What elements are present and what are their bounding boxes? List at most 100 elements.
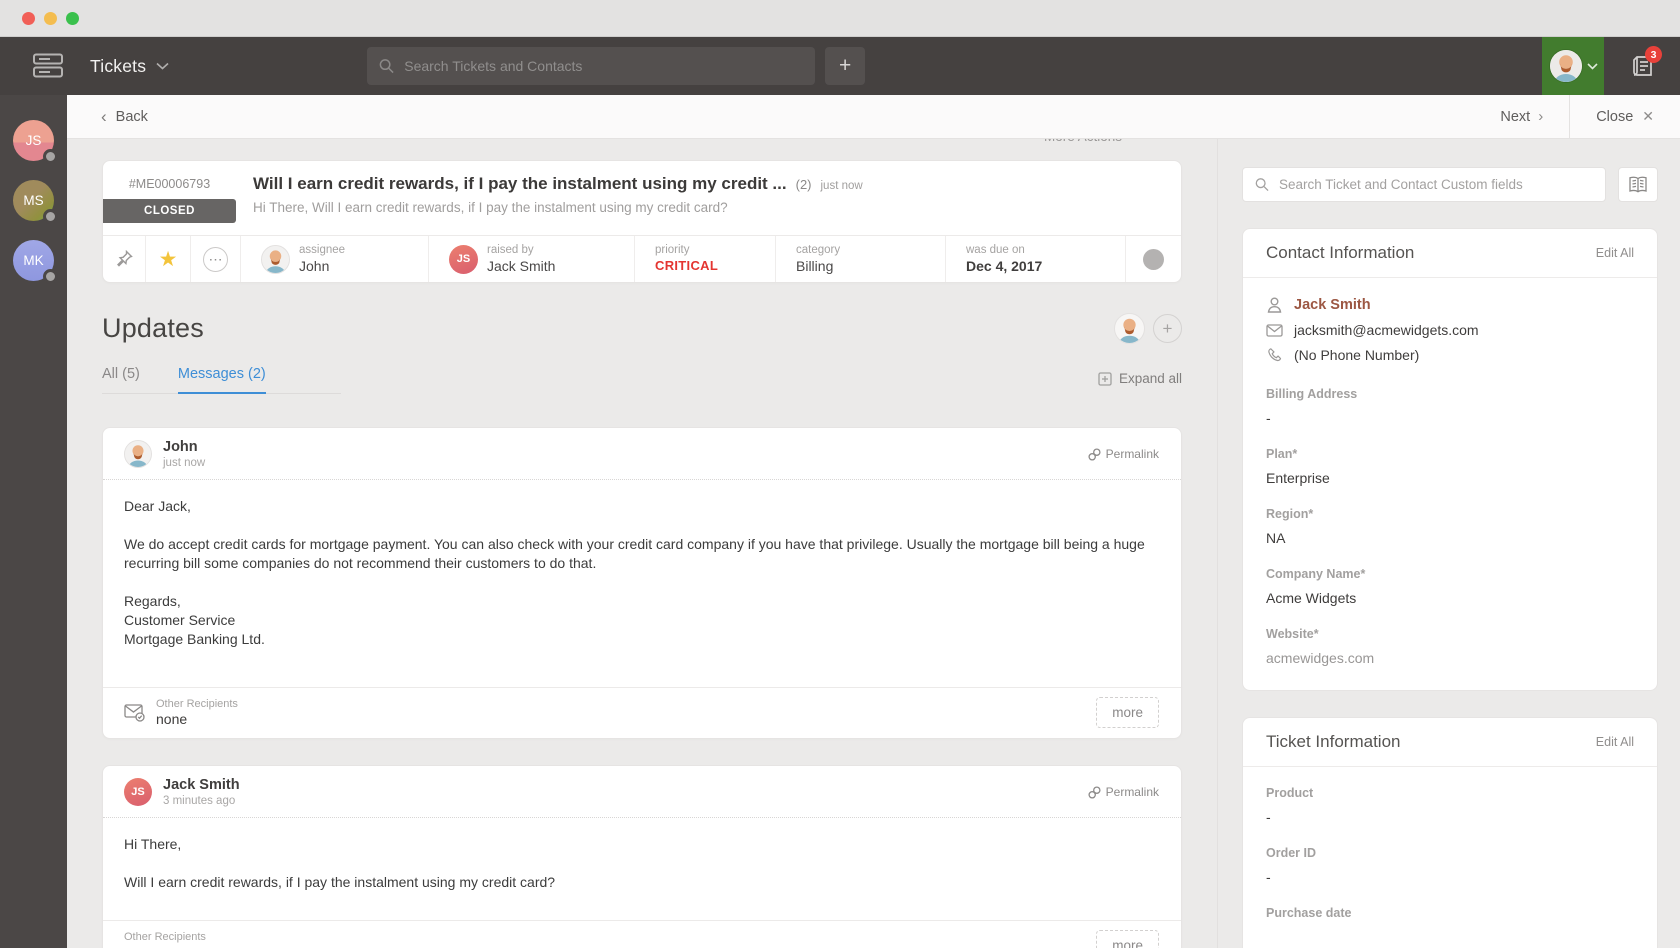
tab-all[interactable]: All (5) bbox=[102, 366, 140, 394]
category-cell[interactable]: category Billing bbox=[776, 236, 946, 282]
search-icon bbox=[1255, 178, 1269, 192]
ticket-preview: Hi There, Will I earn credit rewards, if… bbox=[253, 200, 728, 215]
assignee-value: John bbox=[299, 258, 330, 275]
author-avatar: JS bbox=[124, 778, 152, 806]
module-selector[interactable]: Tickets bbox=[90, 56, 169, 77]
app-header: Tickets + 3 bbox=[0, 37, 1680, 95]
close-button[interactable]: Close ✕ bbox=[1596, 108, 1654, 125]
other-recipients-label: Other Recipients bbox=[124, 931, 206, 943]
assignee-cell[interactable]: assignee John bbox=[241, 236, 429, 282]
pin-button[interactable] bbox=[103, 236, 146, 282]
ticket-meta-row: ★ ⋯ assignee John JS raised by Jack Smit… bbox=[103, 235, 1181, 282]
star-button[interactable]: ★ bbox=[146, 236, 191, 282]
more-button[interactable]: more bbox=[1096, 697, 1159, 728]
agent-status-menu[interactable] bbox=[1542, 37, 1604, 95]
contact-avatar: JS bbox=[449, 244, 478, 274]
field-layout-button[interactable] bbox=[1618, 167, 1658, 202]
rail-agent-ms[interactable]: MS bbox=[13, 180, 58, 224]
message-author: Jack Smith bbox=[163, 777, 240, 793]
due-date-cell[interactable]: was due on Dec 4, 2017 bbox=[946, 236, 1126, 282]
field-region: Region* NA bbox=[1266, 507, 1314, 546]
ticket-status-badge: CLOSED bbox=[103, 199, 236, 223]
message-card: John just now Permalink Dear Jack, We do… bbox=[102, 427, 1182, 739]
permalink-button[interactable]: Permalink bbox=[1088, 447, 1159, 461]
edit-all-button[interactable]: Edit All bbox=[1596, 735, 1634, 749]
chevron-down-icon bbox=[156, 62, 169, 70]
offline-status-dot bbox=[43, 149, 58, 164]
raised-by-cell[interactable]: JS raised by Jack Smith bbox=[429, 236, 635, 282]
contact-name[interactable]: Jack Smith bbox=[1294, 297, 1371, 313]
field-product: Product - bbox=[1266, 786, 1314, 825]
ticket-information-card: Ticket Information Edit All Product - Or… bbox=[1242, 717, 1658, 948]
other-recipients-label: Other Recipients bbox=[156, 698, 238, 710]
field-billing-address: Billing Address - bbox=[1266, 387, 1358, 426]
module-label: Tickets bbox=[90, 55, 147, 76]
chevron-down-icon bbox=[1586, 62, 1598, 70]
next-button[interactable]: Next › bbox=[1500, 108, 1543, 125]
link-icon bbox=[1088, 447, 1101, 461]
module-switcher-icon[interactable] bbox=[30, 53, 66, 79]
priority-cell[interactable]: priority CRITICAL bbox=[635, 236, 776, 282]
notifications-button[interactable]: 3 bbox=[1604, 46, 1680, 79]
add-participant-button[interactable]: + bbox=[1153, 314, 1182, 343]
message-author: John bbox=[163, 439, 198, 455]
ticket-thread-count: (2) bbox=[795, 177, 812, 192]
priority-value: CRITICAL bbox=[655, 257, 719, 273]
updates-tabs: All (5) Messages (2) bbox=[102, 366, 341, 394]
edit-all-button[interactable]: Edit All bbox=[1596, 246, 1634, 260]
more-actions-clipped[interactable]: More Actions bbox=[1044, 139, 1154, 148]
offline-status-dot bbox=[43, 269, 58, 284]
agent-rail: JS MS MK bbox=[0, 95, 67, 948]
offline-status-dot bbox=[43, 209, 58, 224]
other-recipients-value: none bbox=[156, 711, 188, 727]
notification-badge: 3 bbox=[1645, 46, 1662, 63]
phone-icon bbox=[1268, 347, 1282, 361]
window-close-button[interactable] bbox=[22, 11, 35, 25]
global-search-input[interactable] bbox=[404, 58, 804, 74]
back-button[interactable]: ‹ Back bbox=[101, 107, 148, 127]
mail-icon bbox=[1266, 323, 1283, 337]
chevron-right-icon: › bbox=[1538, 108, 1544, 125]
contact-information-card: Contact Information Edit All Jack Smith … bbox=[1242, 228, 1658, 691]
field-order-id: Order ID - bbox=[1266, 846, 1317, 885]
field-plan: Plan* Enterprise bbox=[1266, 447, 1330, 486]
pin-icon bbox=[116, 250, 133, 267]
window-minimize-button[interactable] bbox=[44, 11, 57, 25]
contact-email[interactable]: jacksmith@acmewidgets.com bbox=[1294, 322, 1479, 338]
message-body: Hi There, Will I earn credit rewards, if… bbox=[124, 836, 556, 890]
link-icon bbox=[1088, 785, 1101, 799]
ellipsis-icon: ⋯ bbox=[203, 246, 228, 272]
author-avatar bbox=[124, 440, 152, 468]
permalink-button[interactable]: Permalink bbox=[1088, 785, 1159, 799]
ticket-toolbar: ‹ Back Next › Close ✕ bbox=[67, 94, 1680, 139]
ticket-detail-main: More Actions #ME00006793 CLOSED Will I e… bbox=[67, 139, 1217, 948]
more-button[interactable]: more bbox=[1096, 930, 1159, 948]
tab-messages[interactable]: Messages (2) bbox=[177, 366, 266, 394]
message-time: just now bbox=[163, 457, 206, 469]
plus-icon: + bbox=[1162, 318, 1173, 338]
global-search[interactable] bbox=[367, 47, 816, 85]
ticket-subject[interactable]: Will I earn credit rewards, if I pay the… bbox=[253, 174, 787, 194]
agent-avatar bbox=[1548, 49, 1583, 83]
custom-fields-search-input[interactable] bbox=[1278, 177, 1593, 192]
message-body: Dear Jack, We do accept credit cards for… bbox=[124, 498, 1145, 647]
chevron-left-icon: ‹ bbox=[101, 106, 107, 126]
recipients-icon bbox=[124, 704, 145, 722]
channel-cell bbox=[1126, 236, 1181, 282]
channel-indicator-icon bbox=[1143, 248, 1164, 270]
window-zoom-button[interactable] bbox=[66, 11, 79, 25]
expand-all-button[interactable]: Expand all bbox=[1098, 371, 1182, 394]
rail-agent-js[interactable]: JS bbox=[13, 120, 58, 164]
divider bbox=[1569, 94, 1571, 139]
updates-heading: Updates bbox=[102, 313, 204, 343]
participant-avatar[interactable] bbox=[1114, 313, 1145, 344]
custom-fields-search[interactable] bbox=[1242, 167, 1606, 202]
raised-by-value: Jack Smith bbox=[487, 258, 556, 275]
add-ticket-button[interactable]: + bbox=[825, 47, 866, 85]
other-recipients-value: none bbox=[124, 944, 206, 948]
ticket-properties-panel: Contact Information Edit All Jack Smith … bbox=[1217, 139, 1680, 948]
more-options-button[interactable]: ⋯ bbox=[191, 236, 241, 282]
field-company-name: Company Name* Acme Widgets bbox=[1266, 567, 1366, 606]
due-date-value: Dec 4, 2017 bbox=[966, 258, 1043, 275]
rail-agent-mk[interactable]: MK bbox=[13, 240, 58, 284]
